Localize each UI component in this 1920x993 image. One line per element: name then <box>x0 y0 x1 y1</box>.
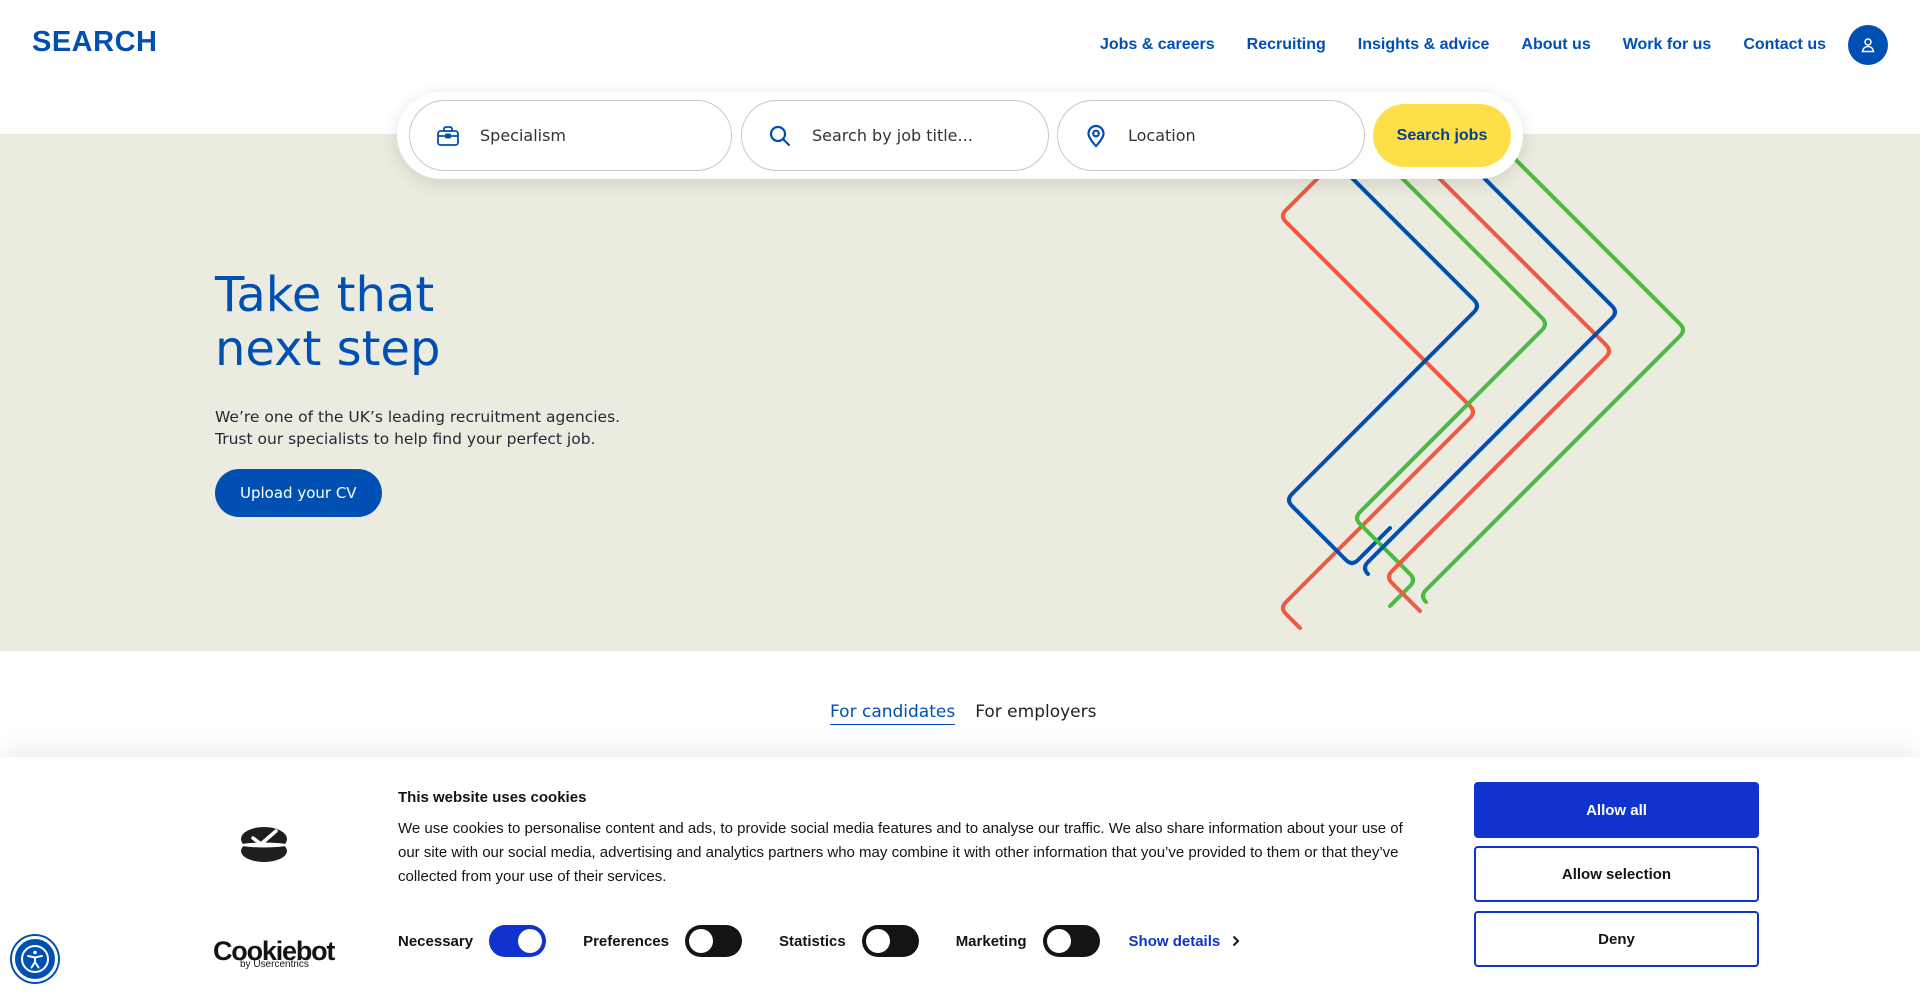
hero-title-line-1: Take that <box>215 267 435 323</box>
nav-about-us[interactable]: About us <box>1521 36 1590 54</box>
cookie-body: We use cookies to personalise content an… <box>398 820 1403 885</box>
nav-work-for-us[interactable]: Work for us <box>1623 36 1712 54</box>
hero-description: We’re one of the UK’s leading recruitmen… <box>215 406 620 450</box>
hero-title-line-2: next step <box>215 321 441 377</box>
chevron-line-blue-1 <box>1287 134 1479 565</box>
specialism-select[interactable]: Specialism <box>409 100 732 171</box>
job-search-bar: Specialism Search by job title... Locati… <box>397 92 1523 179</box>
accessibility-button[interactable] <box>12 936 58 982</box>
cookiebot-badge-icon <box>241 827 287 862</box>
chevron-line-red-1 <box>1281 174 1475 630</box>
hero-desc-line-1: We’re one of the UK’s leading recruitmen… <box>215 408 621 426</box>
audience-tabs: For candidates For employers <box>830 702 1097 725</box>
cookie-title: This website uses cookies <box>398 789 587 806</box>
job-title-input[interactable]: Search by job title... <box>741 100 1049 171</box>
toggle-label-preferences: Preferences <box>583 932 669 950</box>
upload-cv-button[interactable]: Upload your CV <box>215 469 382 517</box>
nav-recruiting[interactable]: Recruiting <box>1247 36 1326 54</box>
toggle-label-necessary: Necessary <box>398 932 474 950</box>
nav-insights-advice[interactable]: Insights & advice <box>1358 36 1490 54</box>
cookie-toggles: Necessary Preferences Statistics Marketi… <box>398 925 1240 957</box>
nav-jobs-careers[interactable]: Jobs & careers <box>1100 36 1215 54</box>
toggle-group-necessary: Necessary <box>398 925 547 957</box>
hero-section: Take that next step We’re one of the UK’… <box>0 134 1920 651</box>
chevron-lines-graphic <box>1281 134 1685 630</box>
location-input[interactable]: Location <box>1057 100 1365 171</box>
accessibility-icon <box>21 945 49 973</box>
show-details-label: Show details <box>1128 932 1221 950</box>
user-icon <box>1861 38 1875 53</box>
toggle-group-statistics: Statistics <box>779 925 919 957</box>
briefcase-icon <box>434 122 462 150</box>
tab-for-employers[interactable]: For employers <box>975 702 1096 725</box>
chevron-right-icon <box>1233 935 1240 947</box>
job-title-placeholder: Search by job title... <box>812 126 973 145</box>
deny-button[interactable]: Deny <box>1474 911 1759 967</box>
specialism-placeholder: Specialism <box>480 126 567 145</box>
cookie-consent-banner: Cookiebot by Usercentrics This website u… <box>0 757 1920 993</box>
allow-all-button[interactable]: Allow all <box>1474 782 1759 838</box>
cookiebot-logo-sub: by Usercentrics <box>240 959 309 970</box>
account-button[interactable] <box>1848 25 1888 65</box>
nav-contact-us[interactable]: Contact us <box>1743 36 1826 54</box>
location-placeholder: Location <box>1128 126 1196 145</box>
tab-for-candidates[interactable]: For candidates <box>830 702 956 725</box>
toggle-preferences[interactable] <box>684 925 742 957</box>
toggle-necessary[interactable] <box>489 925 547 957</box>
show-details-link[interactable]: Show details <box>1129 933 1241 950</box>
hero-desc-line-2: Trust our specialists to help find your … <box>215 430 596 448</box>
hero-title: Take that next step <box>215 268 440 376</box>
toggle-label-marketing: Marketing <box>955 932 1027 950</box>
location-pin-icon <box>1082 122 1110 150</box>
allow-selection-button[interactable]: Allow selection <box>1474 846 1759 902</box>
toggle-group-preferences: Preferences <box>583 925 742 957</box>
main-nav: Jobs & careers Recruiting Insights & adv… <box>1100 36 1826 54</box>
chevron-line-blue-2 <box>1363 134 1617 576</box>
toggle-marketing[interactable] <box>1042 925 1100 957</box>
search-icon <box>766 122 794 150</box>
toggle-group-marketing: Marketing <box>956 925 1100 957</box>
toggle-statistics[interactable] <box>861 925 919 957</box>
toggle-label-statistics: Statistics <box>778 932 846 950</box>
search-logo[interactable]: SEARCH <box>32 26 157 59</box>
search-jobs-button[interactable]: Search jobs <box>1373 104 1511 167</box>
chevron-line-green-2 <box>1421 134 1685 604</box>
